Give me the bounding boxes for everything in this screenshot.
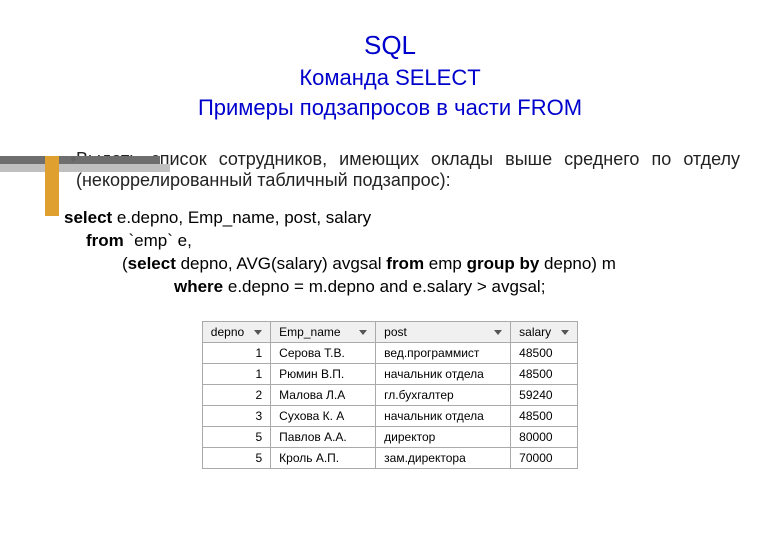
- table-row: 2Малова Л.Агл.бухгалтер59240: [202, 384, 577, 405]
- col-depno[interactable]: depno: [202, 321, 270, 342]
- cell-empname: Кроль А.П.: [271, 447, 376, 468]
- table-row: 3Сухова К. Аначальник отдела48500: [202, 405, 577, 426]
- code-text: depno, AVG(salary) avgsal: [176, 254, 386, 273]
- result-table-wrap: depno Emp_name post salary 1Серова Т.В.в…: [40, 321, 740, 469]
- col-empname[interactable]: Emp_name: [271, 321, 376, 342]
- result-table: depno Emp_name post salary 1Серова Т.В.в…: [202, 321, 578, 469]
- title-select: Команда SELECT: [40, 65, 740, 91]
- code-text: emp: [424, 254, 467, 273]
- cell-salary: 70000: [511, 447, 578, 468]
- cell-empname: Сухова К. А: [271, 405, 376, 426]
- cell-post: гл.бухгалтер: [376, 384, 511, 405]
- kw-where: where: [174, 277, 223, 296]
- cell-salary: 59240: [511, 384, 578, 405]
- cell-empname: Рюмин В.П.: [271, 363, 376, 384]
- cell-post: начальник отдела: [376, 405, 511, 426]
- cell-depno: 1: [202, 363, 270, 384]
- cell-depno: 5: [202, 447, 270, 468]
- dropdown-icon[interactable]: [359, 330, 367, 335]
- table-row: 5Кроль А.П.зам.директора70000: [202, 447, 577, 468]
- kw-from: from: [386, 254, 424, 273]
- cell-salary: 80000: [511, 426, 578, 447]
- code-text: `emp` e,: [124, 231, 192, 250]
- col-label: post: [384, 325, 407, 339]
- col-salary[interactable]: salary: [511, 321, 578, 342]
- dropdown-icon[interactable]: [561, 330, 569, 335]
- cell-salary: 48500: [511, 405, 578, 426]
- title-block: SQL Команда SELECT Примеры подзапросов в…: [40, 30, 740, 121]
- col-label: depno: [211, 325, 244, 339]
- table-body: 1Серова Т.В.вед.программист485001Рюмин В…: [202, 342, 577, 468]
- kw-from: from: [86, 231, 124, 250]
- code-text: e.depno, Emp_name, post, salary: [112, 208, 371, 227]
- dropdown-icon[interactable]: [494, 330, 502, 335]
- cell-empname: Малова Л.А: [271, 384, 376, 405]
- sql-code-block: select e.depno, Emp_name, post, salary f…: [40, 207, 740, 299]
- cell-empname: Серова Т.В.: [271, 342, 376, 363]
- col-post[interactable]: post: [376, 321, 511, 342]
- cell-post: начальник отдела: [376, 363, 511, 384]
- table-row: 1Серова Т.В.вед.программист48500: [202, 342, 577, 363]
- bullet-dot-icon: •: [70, 149, 76, 170]
- cell-salary: 48500: [511, 342, 578, 363]
- code-line-4: where e.depno = m.depno and e.salary > a…: [64, 276, 740, 299]
- code-line-3: (select depno, AVG(salary) avgsal from e…: [64, 253, 740, 276]
- cell-depno: 5: [202, 426, 270, 447]
- code-text: depno) m: [539, 254, 616, 273]
- kw-select: select: [64, 208, 112, 227]
- dropdown-icon[interactable]: [254, 330, 262, 335]
- code-line-2: from `emp` e,: [64, 230, 740, 253]
- cell-post: директор: [376, 426, 511, 447]
- title-subtitle: Примеры подзапросов в части FROM: [40, 95, 740, 121]
- cell-post: зам.директора: [376, 447, 511, 468]
- kw-select: select: [128, 254, 176, 273]
- cell-empname: Павлов А.А.: [271, 426, 376, 447]
- kw-groupby: group by: [467, 254, 540, 273]
- code-line-1: select e.depno, Emp_name, post, salary: [64, 207, 740, 230]
- cell-salary: 48500: [511, 363, 578, 384]
- cell-post: вед.программист: [376, 342, 511, 363]
- col-label: salary: [519, 325, 551, 339]
- table-header-row: depno Emp_name post salary: [202, 321, 577, 342]
- decor-bars: [0, 156, 180, 178]
- cell-depno: 3: [202, 405, 270, 426]
- table-row: 1Рюмин В.П.начальник отдела48500: [202, 363, 577, 384]
- table-row: 5Павлов А.А.директор80000: [202, 426, 577, 447]
- cell-depno: 2: [202, 384, 270, 405]
- cell-depno: 1: [202, 342, 270, 363]
- col-label: Emp_name: [279, 325, 340, 339]
- code-text: e.depno = m.depno and e.salary > avgsal;: [223, 277, 545, 296]
- title-sql: SQL: [40, 30, 740, 61]
